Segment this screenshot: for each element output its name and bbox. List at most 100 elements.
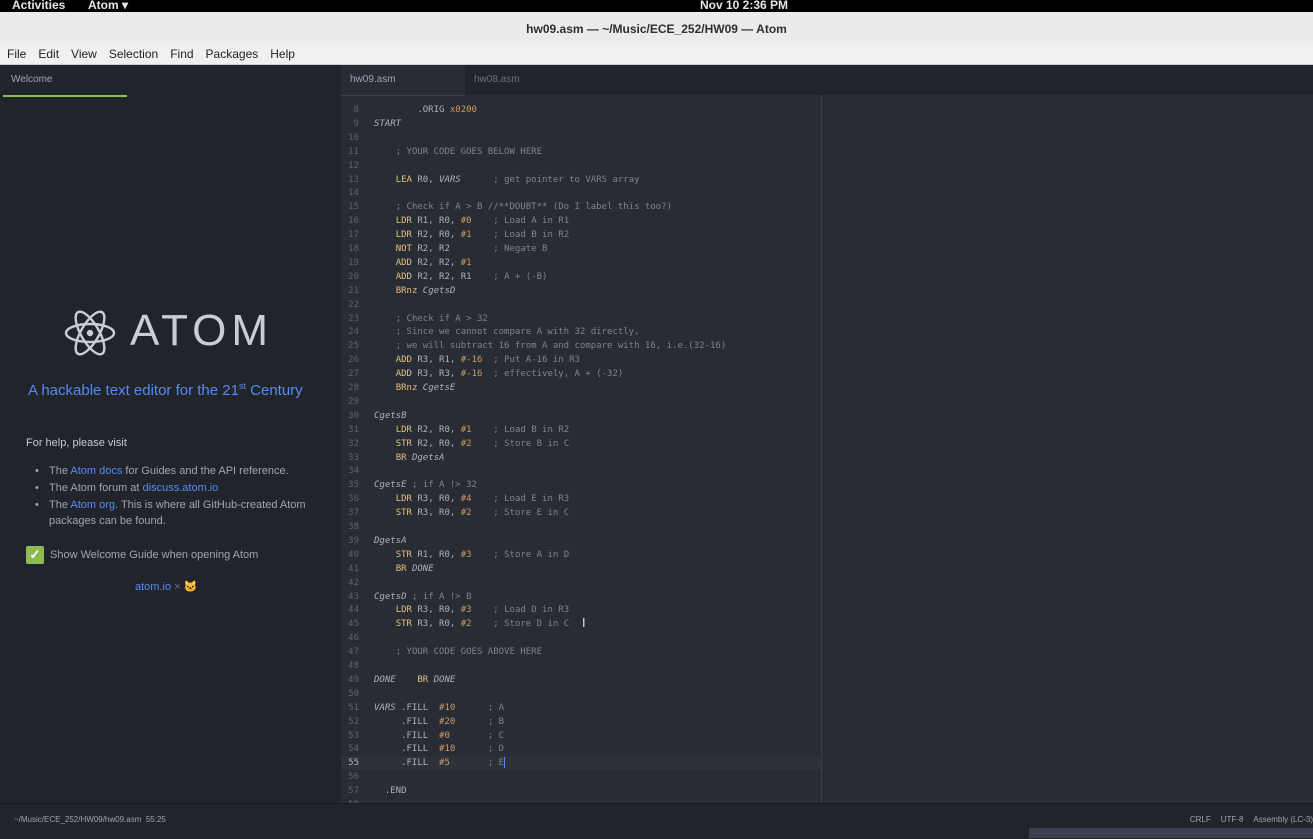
tab-hw08[interactable]: hw08.asm xyxy=(465,65,589,95)
code-line[interactable]: 55 .FILL #5 ; E xyxy=(341,756,821,771)
line-ending[interactable]: CRLF xyxy=(1190,815,1211,824)
line-number[interactable]: 26 xyxy=(341,353,359,367)
line-number[interactable]: 18 xyxy=(341,242,359,256)
line-number[interactable]: 34 xyxy=(341,464,359,478)
code-line[interactable]: 11 ; YOUR CODE GOES BELOW HERE xyxy=(341,145,821,159)
line-number[interactable]: 48 xyxy=(341,659,359,673)
line-number[interactable]: 12 xyxy=(341,159,359,173)
line-number[interactable]: 29 xyxy=(341,395,359,409)
line-number[interactable]: 24 xyxy=(341,325,359,339)
menu-view[interactable]: View xyxy=(64,44,102,64)
file-path[interactable]: ~/Music/ECE_252/HW09/hw09.asm xyxy=(14,815,141,824)
code-line[interactable]: 8 .ORIG x0200 xyxy=(341,103,821,117)
line-number[interactable]: 57 xyxy=(341,784,359,798)
welcome-guide-toggle[interactable]: ✓ Show Welcome Guide when opening Atom xyxy=(26,546,258,564)
code-line[interactable]: 37 STR R3, R0, #2 ; Store E in C xyxy=(341,506,821,520)
code-line[interactable]: 33 BR DgetsA xyxy=(341,451,821,465)
line-number[interactable]: 27 xyxy=(341,367,359,381)
code-line[interactable]: 31 LDR R2, R0, #1 ; Load B in R2 xyxy=(341,423,821,437)
line-number[interactable]: 21 xyxy=(341,284,359,298)
code-line[interactable]: 52 .FILL #20 ; B xyxy=(341,715,821,729)
line-number[interactable]: 38 xyxy=(341,520,359,534)
code-line[interactable]: 56 xyxy=(341,770,821,784)
line-number[interactable]: 28 xyxy=(341,381,359,395)
line-number[interactable]: 54 xyxy=(341,742,359,756)
code-line[interactable]: 22 xyxy=(341,298,821,312)
line-number[interactable]: 55 xyxy=(341,756,359,770)
line-number[interactable]: 33 xyxy=(341,451,359,465)
encoding[interactable]: UTF-8 xyxy=(1221,815,1244,824)
code-line[interactable]: 45 STR R3, R0, #2 ; Store D in C xyxy=(341,617,821,631)
atom-docs-link[interactable]: Atom docs xyxy=(70,465,122,477)
line-number[interactable]: 14 xyxy=(341,186,359,200)
line-number[interactable]: 36 xyxy=(341,492,359,506)
atom-org-link[interactable]: Atom org xyxy=(70,499,115,511)
code-line[interactable]: 39 DgetsA xyxy=(341,534,821,548)
line-number[interactable]: 44 xyxy=(341,603,359,617)
line-number[interactable]: 52 xyxy=(341,715,359,729)
code-line[interactable]: 47 ; YOUR CODE GOES ABOVE HERE xyxy=(341,645,821,659)
code-line[interactable]: 29 xyxy=(341,395,821,409)
code-line[interactable]: 21 BRnz CgetsD xyxy=(341,284,821,298)
code-line[interactable]: 12 xyxy=(341,159,821,173)
line-number[interactable]: 16 xyxy=(341,214,359,228)
menu-edit[interactable]: Edit xyxy=(31,44,64,64)
code-line[interactable]: 25 ; we will subtract 16 from A and comp… xyxy=(341,339,821,353)
code-line[interactable]: 23 ; Check if A > 32 xyxy=(341,312,821,326)
menu-file[interactable]: File xyxy=(0,44,31,64)
code-line[interactable]: 30 CgetsB xyxy=(341,409,821,423)
line-number[interactable]: 22 xyxy=(341,298,359,312)
line-number[interactable]: 35 xyxy=(341,478,359,492)
code-line[interactable]: 26 ADD R3, R1, #-16 ; Put A-16 in R3 xyxy=(341,353,821,367)
github-octocat-icon[interactable]: 🐱 xyxy=(184,581,198,593)
clock[interactable]: Nov 10 2:36 PM xyxy=(700,0,788,12)
code-line[interactable]: 19 ADD R2, R2, #1 xyxy=(341,256,821,270)
tab-hw09[interactable]: hw09.asm xyxy=(341,65,465,96)
code-line[interactable]: 27 ADD R3, R3, #-16 ; effectively, A + (… xyxy=(341,367,821,381)
code-line[interactable]: 51 VARS .FILL #10 ; A xyxy=(341,701,821,715)
code-line[interactable]: 53 .FILL #0 ; C xyxy=(341,729,821,743)
line-number[interactable]: 11 xyxy=(341,145,359,159)
code-line[interactable]: 10 xyxy=(341,131,821,145)
line-number[interactable]: 25 xyxy=(341,339,359,353)
code-line[interactable]: 57 .END xyxy=(341,784,821,798)
code-line[interactable]: 17 LDR R2, R0, #1 ; Load B in R2 xyxy=(341,228,821,242)
code-line[interactable]: 9 START xyxy=(341,117,821,131)
horizontal-scrollbar[interactable] xyxy=(1029,828,1313,838)
line-number[interactable]: 47 xyxy=(341,645,359,659)
line-number[interactable]: 39 xyxy=(341,534,359,548)
atom-io-link[interactable]: atom.io xyxy=(135,581,171,593)
tab-welcome[interactable]: Welcome xyxy=(3,65,127,97)
code-line[interactable]: 14 xyxy=(341,186,821,200)
line-number[interactable]: 45 xyxy=(341,617,359,631)
code-line[interactable]: 20 ADD R2, R2, R1 ; A + (-B) xyxy=(341,270,821,284)
line-number[interactable]: 43 xyxy=(341,590,359,604)
code-line[interactable]: 34 xyxy=(341,464,821,478)
code-line[interactable]: 48 xyxy=(341,659,821,673)
line-number[interactable]: 8 xyxy=(341,103,359,117)
grammar[interactable]: Assembly (LC-3) xyxy=(1253,815,1313,824)
line-number[interactable]: 49 xyxy=(341,673,359,687)
code-line[interactable]: 35 CgetsE ; if A !> 32 xyxy=(341,478,821,492)
line-number[interactable]: 32 xyxy=(341,437,359,451)
menu-selection[interactable]: Selection xyxy=(102,44,163,64)
line-number[interactable]: 53 xyxy=(341,729,359,743)
line-number[interactable]: 56 xyxy=(341,770,359,784)
code-line[interactable]: 43 CgetsD ; if A !> B xyxy=(341,590,821,604)
app-menu[interactable]: Atom ▾ xyxy=(88,0,128,12)
line-number[interactable]: 51 xyxy=(341,701,359,715)
code-line[interactable]: 41 BR DONE xyxy=(341,562,821,576)
line-number[interactable]: 23 xyxy=(341,312,359,326)
code-line[interactable]: 50 xyxy=(341,687,821,701)
line-number[interactable]: 40 xyxy=(341,548,359,562)
line-number[interactable]: 31 xyxy=(341,423,359,437)
line-number[interactable]: 13 xyxy=(341,173,359,187)
line-number[interactable]: 41 xyxy=(341,562,359,576)
line-number[interactable]: 10 xyxy=(341,131,359,145)
menu-help[interactable]: Help xyxy=(263,44,300,64)
line-number[interactable]: 15 xyxy=(341,200,359,214)
code-line[interactable]: 36 LDR R3, R0, #4 ; Load E in R3 xyxy=(341,492,821,506)
menu-packages[interactable]: Packages xyxy=(199,44,264,64)
discuss-link[interactable]: discuss.atom.io xyxy=(143,482,219,494)
code-line[interactable]: 42 xyxy=(341,576,821,590)
